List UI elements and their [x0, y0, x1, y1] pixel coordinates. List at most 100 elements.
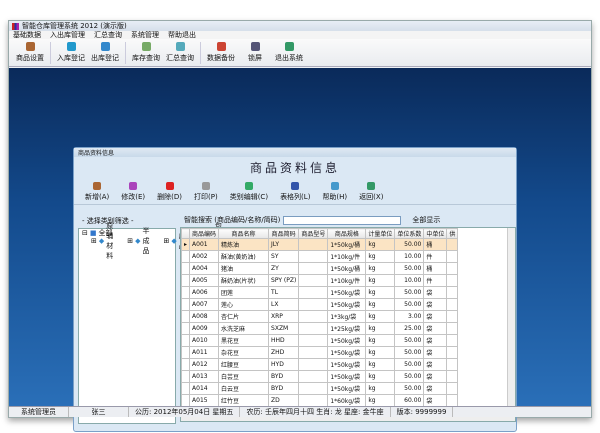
table-row[interactable]: A012 红腰豆 HYD 1*50kg/袋 kg 50.00 袋	[181, 358, 459, 371]
table-cell: 白芸豆	[218, 370, 270, 383]
column-header[interactable]: 中单位	[423, 228, 448, 239]
dialog-toolbar-button[interactable]: 表格列(L)	[275, 179, 315, 204]
toolbar-label: 商品设置	[16, 54, 44, 62]
menu-item[interactable]: 入出库管理	[50, 30, 85, 40]
table-row[interactable]: A007 莲心 LX 1*50kg/袋 kg 50.00 袋	[181, 298, 459, 311]
menu-item[interactable]: 基础数据	[13, 30, 41, 40]
button-icon	[129, 182, 138, 190]
toolbar-button[interactable]: 商品设置	[13, 42, 47, 63]
column-header[interactable]: 商品简码	[268, 228, 300, 239]
expand-icon[interactable]: ⊞	[91, 237, 97, 245]
column-header[interactable]: 商品编码	[189, 228, 220, 239]
show-all-button[interactable]: 全部显示	[412, 215, 440, 225]
tree-item[interactable]: ⊞ ◆ 半成品	[115, 227, 149, 255]
table-cell: A009	[189, 322, 220, 335]
table-cell: A014	[189, 382, 220, 395]
row-indicator	[181, 346, 191, 359]
table-cell	[446, 370, 459, 383]
table-cell: 红腰豆	[218, 358, 270, 371]
toolbar-button[interactable]: 汇总查询	[163, 42, 197, 63]
dialog-toolbar-button[interactable]: 类别编辑(C)	[225, 179, 273, 204]
table-cell: kg	[365, 286, 396, 299]
table-row[interactable]: A014 白云豆 BYD 1*50kg/袋 kg 50.00 袋	[181, 382, 459, 395]
table-cell: TL	[268, 286, 300, 299]
table-row[interactable]: A015 红竹豆 ZD 1*60kg/袋 kg 60.00 袋	[181, 394, 459, 407]
vertical-scrollbar[interactable]	[507, 228, 515, 421]
table-cell: kg	[365, 358, 396, 371]
product-grid[interactable]: 商品编码 商品名称 商品简码 商品型号 商品规格 计量单位 单位系数 中单位供 ▸ A001 精炼油…	[180, 227, 516, 422]
menu-item[interactable]: 汇总查询	[94, 30, 122, 40]
search-input[interactable]	[283, 215, 402, 225]
toolbar-label: 退出系统	[275, 54, 303, 62]
toolbar-button[interactable]: 入库登记	[54, 42, 88, 63]
table-cell: 1*60kg/袋	[327, 394, 367, 407]
toolbar-button[interactable]: 锁屏	[238, 42, 272, 63]
table-row[interactable]: A006 团莲 TL 1*50kg/袋 kg 50.00 袋	[181, 286, 459, 299]
table-cell: 50.00	[394, 346, 425, 359]
table-cell: 1*50kg/袋	[327, 370, 367, 383]
table-cell: 袋	[423, 370, 448, 383]
button-icon	[291, 182, 300, 190]
table-cell: 60.00	[394, 394, 425, 407]
toolbar-button[interactable]: 库存查询	[129, 42, 163, 63]
table-cell: 水洗芝麻	[218, 322, 270, 335]
table-cell: 1*50kg/桶	[327, 262, 367, 275]
dialog-toolbar-button[interactable]: 删除(D)	[152, 179, 187, 204]
table-cell: ZHD	[268, 346, 300, 359]
table-row[interactable]: ▸ A001 精炼油 JLY 1*50kg/桶 kg 50.00 桶	[181, 238, 459, 251]
dialog-toolbar-button[interactable]: 打印(P)	[189, 179, 223, 204]
toolbar-separator	[125, 41, 126, 64]
table-row[interactable]: A011 杂花豆 ZHD 1*50kg/袋 kg 50.00 袋	[181, 346, 459, 359]
tree-item[interactable]: ⊞ ◆ 原辅材料	[79, 222, 113, 260]
button-label: 帮助(H)	[322, 193, 348, 201]
tree-root[interactable]: ⊟ ■ 全部	[79, 229, 175, 237]
collapse-icon[interactable]: ⊟	[82, 229, 88, 237]
dialog-toolbar-button[interactable]: 返回(X)	[354, 179, 388, 204]
column-header[interactable]: 供	[446, 228, 459, 239]
toolbar-button[interactable]: 出库登记	[88, 42, 122, 63]
column-header[interactable]: 商品规格	[327, 228, 367, 239]
dialog-toolbar-button[interactable]: 帮助(H)	[317, 179, 352, 204]
table-row[interactable]: A010 黑花豆 HHD 1*50kg/袋 kg 50.00 袋	[181, 334, 459, 347]
column-header[interactable]: 计量单位	[365, 228, 396, 239]
menu-item[interactable]: 帮助退出	[168, 30, 196, 40]
button-icon	[367, 182, 376, 190]
category-tree[interactable]: ⊟■全部 ⊞◆原辅材料⊞◆半成品⊞◆成品⊞◆包装材料	[78, 222, 222, 424]
table-cell: A002	[189, 250, 220, 263]
button-icon	[330, 182, 339, 190]
dialog-toolbar-button[interactable]: 新增(A)	[80, 179, 114, 204]
column-header[interactable]: 单位系数	[394, 228, 425, 239]
expand-icon[interactable]: ⊞	[164, 237, 170, 245]
table-cell: 精炼油	[218, 238, 270, 251]
table-cell: LX	[268, 298, 300, 311]
menu-item[interactable]: 系统管理	[131, 30, 159, 40]
column-header[interactable]: 商品型号	[298, 228, 329, 239]
search-label: 智能搜索 (商品编码/名称/简码)	[184, 216, 281, 224]
dialog-toolbar: 新增(A) 修改(E) 删除(D) 打印(P) 类别编辑(C) 表格列(L) 帮助(H) 返回…	[74, 179, 516, 205]
table-cell: ZD	[268, 394, 300, 407]
column-header[interactable]: 商品名称	[218, 228, 270, 239]
table-row[interactable]: A009 水洗芝麻 SXZM 1*25kg/袋 kg 25.00 袋	[181, 322, 459, 335]
table-cell	[298, 286, 329, 299]
table-row[interactable]: A002 酥油(黄奶油) SY 1*10kg/件 kg 10.00 件	[181, 250, 459, 263]
table-row[interactable]: A005 酥奶油(片状) SPY (PZ) 1*10kg/件 kg 10.00 件	[181, 274, 459, 287]
table-cell: A010	[189, 334, 220, 347]
toolbar-label: 锁屏	[248, 54, 262, 62]
table-cell: 1*50kg/袋	[327, 334, 367, 347]
toolbar-button[interactable]: 数据备份	[204, 42, 238, 63]
table-cell	[298, 382, 329, 395]
dialog-toolbar-button[interactable]: 修改(E)	[116, 179, 150, 204]
table-cell: 50.00	[394, 286, 425, 299]
table-cell: A005	[189, 274, 220, 287]
table-row[interactable]: A008 杏仁片 XRP 1*3kg/袋 kg 3.00 袋	[181, 310, 459, 323]
toolbar-button[interactable]: 退出系统	[272, 42, 306, 63]
table-cell: kg	[365, 310, 396, 323]
category-icon: ◆	[171, 237, 177, 245]
table-cell: 1*50kg/袋	[327, 382, 367, 395]
table-row[interactable]: A004 猪油 ZY 1*50kg/桶 kg 50.00 桶	[181, 262, 459, 275]
toolbar-label: 库存查询	[132, 54, 160, 62]
table-row[interactable]: A013 白芸豆 BYD 1*50kg/袋 kg 50.00 袋	[181, 370, 459, 383]
expand-icon[interactable]: ⊞	[127, 237, 133, 245]
toolbar-icon	[250, 42, 260, 51]
table-cell	[298, 322, 329, 335]
